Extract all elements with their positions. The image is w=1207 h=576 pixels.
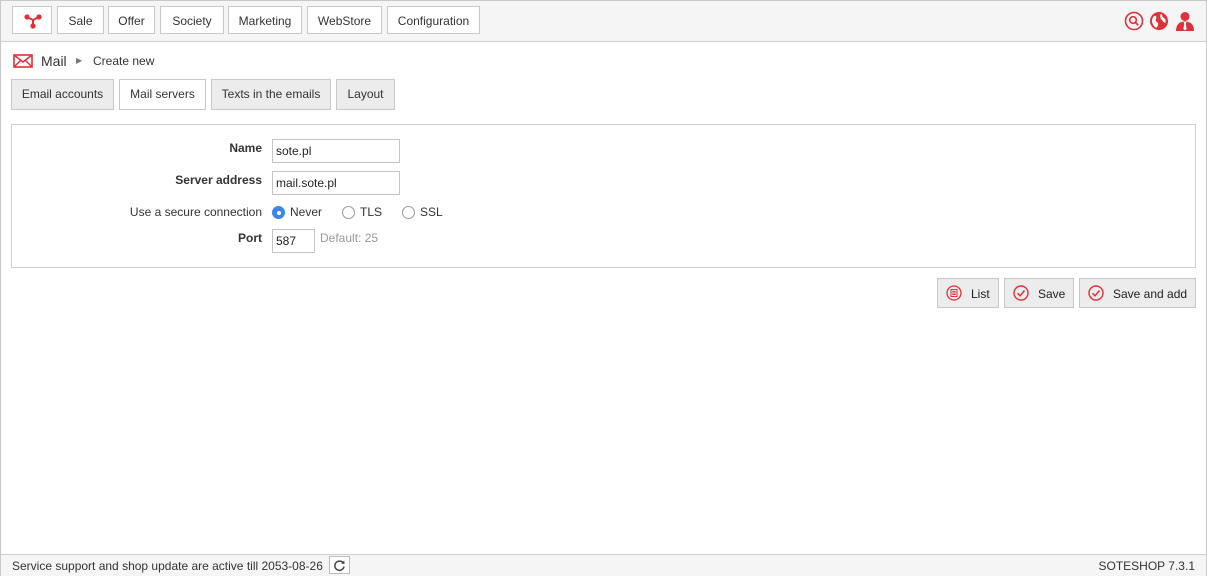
server-address-label: Server address — [175, 173, 262, 187]
secure-tls-radio[interactable] — [342, 206, 355, 219]
save-button[interactable]: Save — [1004, 278, 1074, 308]
nav-society[interactable]: Society — [160, 6, 224, 34]
secure-connection-label: Use a secure connection — [129, 205, 262, 219]
user-icon[interactable] — [1175, 11, 1195, 31]
globe-icon[interactable] — [1149, 11, 1169, 31]
breadcrumb-section[interactable]: Mail — [41, 53, 67, 69]
save-and-add-button[interactable]: Save and add — [1079, 278, 1196, 308]
port-input[interactable]: 587 — [272, 229, 315, 253]
list-button[interactable]: List — [937, 278, 999, 308]
secure-never-radio[interactable] — [272, 206, 285, 219]
tab-texts-in-emails[interactable]: Texts in the emails — [211, 79, 331, 110]
nav-offer[interactable]: Offer — [108, 6, 155, 34]
tab-mail-servers[interactable]: Mail servers — [119, 79, 206, 110]
search-icon[interactable] — [1124, 11, 1144, 31]
nav-sale[interactable]: Sale — [57, 6, 104, 34]
save-button-label: Save — [1038, 287, 1066, 301]
list-button-label: List — [971, 287, 990, 301]
secure-tls-label[interactable]: TLS — [360, 205, 382, 219]
refresh-button[interactable] — [329, 556, 350, 574]
refresh-icon — [334, 560, 345, 572]
status-footer: Service support and shop update are acti… — [1, 554, 1206, 576]
port-hint: Default: 25 — [320, 231, 379, 245]
tab-email-accounts[interactable]: Email accounts — [11, 79, 114, 110]
nav-configuration[interactable]: Configuration — [387, 6, 480, 34]
support-status-text: Service support and shop update are acti… — [12, 559, 323, 573]
check-circle-icon — [1013, 285, 1029, 301]
logo-icon — [24, 14, 42, 29]
list-icon — [946, 285, 962, 301]
nav-webstore[interactable]: WebStore — [307, 6, 382, 34]
version-label: SOTESHOP 7.3.1 — [1098, 559, 1196, 573]
secure-ssl-label[interactable]: SSL — [420, 205, 443, 219]
name-label: Name — [229, 141, 262, 155]
secure-never-label[interactable]: Never — [290, 205, 322, 219]
breadcrumb-current: Create new — [93, 54, 155, 68]
tab-layout[interactable]: Layout — [336, 79, 395, 110]
mail-icon — [13, 54, 33, 68]
port-label: Port — [238, 231, 262, 245]
check-circle-icon — [1088, 285, 1104, 301]
home-button[interactable] — [12, 6, 52, 34]
breadcrumb-separator-icon: ▶ — [76, 56, 83, 65]
save-and-add-button-label: Save and add — [1113, 287, 1188, 301]
name-input[interactable]: sote.pl — [272, 139, 400, 163]
secure-ssl-radio[interactable] — [402, 206, 415, 219]
server-address-input[interactable]: mail.sote.pl — [272, 171, 400, 195]
nav-marketing[interactable]: Marketing — [228, 6, 302, 34]
top-nav-bar: Sale Offer Society Marketing WebStore Co… — [1, 1, 1206, 42]
